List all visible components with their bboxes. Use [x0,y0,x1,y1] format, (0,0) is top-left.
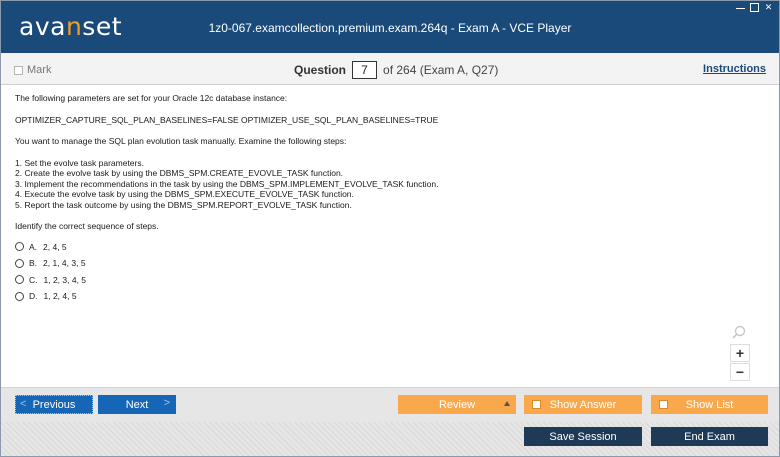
show-list-button[interactable]: Show List [651,395,768,414]
option-text: 2, 4, 5 [43,241,67,252]
step-item: 1. Set the evolve task parameters. [15,157,144,168]
close-icon[interactable]: ✕ [764,3,773,12]
show-answer-label: Show Answer [549,398,617,411]
chevron-right-icon: > [163,397,170,409]
option-text: 1, 2, 4, 5 [43,291,77,301]
zoom-in-button[interactable]: + [730,344,750,362]
answer-option-b[interactable]: B. 2, 1, 4, 3, 5 [15,255,715,272]
title-bar: avanset 1z0-067.examcollection.premium.e… [1,1,779,53]
chevron-left-icon: < [20,398,27,410]
option-letter: B. [29,258,38,268]
previous-button[interactable]: < Previous [15,395,93,414]
vce-player-window: avanset 1z0-067.examcollection.premium.e… [0,0,780,457]
triangle-up-icon [504,401,510,406]
answer-option-c[interactable]: C. 1, 2, 3, 4, 5 [15,272,715,289]
zoom-out-button[interactable]: − [730,363,750,381]
mark-checkbox[interactable]: Mark [14,64,51,76]
radio-icon[interactable] [15,291,24,301]
option-text: 2, 1, 4, 3, 5 [43,258,86,268]
question-content: The following parameters are set for you… [15,93,715,305]
next-label: Next [125,398,149,411]
checkbox-icon[interactable] [532,400,541,409]
end-exam-button[interactable]: End Exam [651,427,768,446]
show-list-label: Show List [685,398,734,411]
radio-icon[interactable] [15,242,24,252]
option-letter: A. [29,241,38,252]
option-letter: D. [29,291,38,301]
question-number-input[interactable]: 7 [352,61,378,79]
minimize-icon[interactable] [736,3,745,9]
question-task: You want to manage the SQL plan evolutio… [15,136,347,146]
answer-option-a[interactable]: A. 2, 4, 5 [15,239,715,256]
step-item: 3. Implement the recommendations in the … [15,178,439,189]
step-item: 4. Execute the evolve task by using the … [15,189,354,199]
review-button[interactable]: Review [398,395,516,414]
checkbox-icon[interactable] [14,65,23,75]
question-intro: The following parameters are set for you… [15,93,288,103]
instructions-link[interactable]: Instructions [703,63,766,75]
question-params: OPTIMIZER_CAPTURE_SQL_PLAN_BASELINES=FAL… [15,114,439,125]
question-label: Question [294,63,347,77]
question-navigator: Question 7 of 264 (Exam A, Q27) [294,61,498,79]
option-text: 1, 2, 3, 4, 5 [43,274,87,285]
radio-icon[interactable] [15,258,24,268]
question-prompt: Identify the correct sequence of steps. [15,221,159,231]
option-letter: C. [29,274,38,285]
show-answer-button[interactable]: Show Answer [524,395,642,414]
review-label: Review [438,398,476,411]
checkbox-icon[interactable] [659,400,668,409]
question-count: of 264 (Exam A, Q27) [383,63,499,77]
magnifier-icon[interactable] [731,325,747,341]
question-steps: 1. Set the evolve task parameters. 2. Cr… [15,158,715,211]
save-session-button[interactable]: Save Session [524,427,642,446]
answer-options: A. 2, 4, 5 B. 2, 1, 4, 3, 5 C. 1, 2, 3, … [15,239,715,305]
previous-label: Previous [32,398,76,411]
window-title: 1z0-067.examcollection.premium.exam.264q… [208,21,572,35]
step-item: 5. Report the task outcome by using the … [15,199,352,210]
step-item: 2. Create the evolve task by using the D… [15,168,344,178]
maximize-icon[interactable] [750,3,759,12]
radio-icon[interactable] [15,275,24,285]
question-toolbar: Mark Question 7 of 264 (Exam A, Q27) Ins… [1,53,779,85]
mark-label: Mark [27,64,52,76]
next-button[interactable]: Next > [98,395,176,414]
answer-option-d[interactable]: D. 1, 2, 4, 5 [15,288,715,305]
window-controls: ✕ [736,3,773,12]
